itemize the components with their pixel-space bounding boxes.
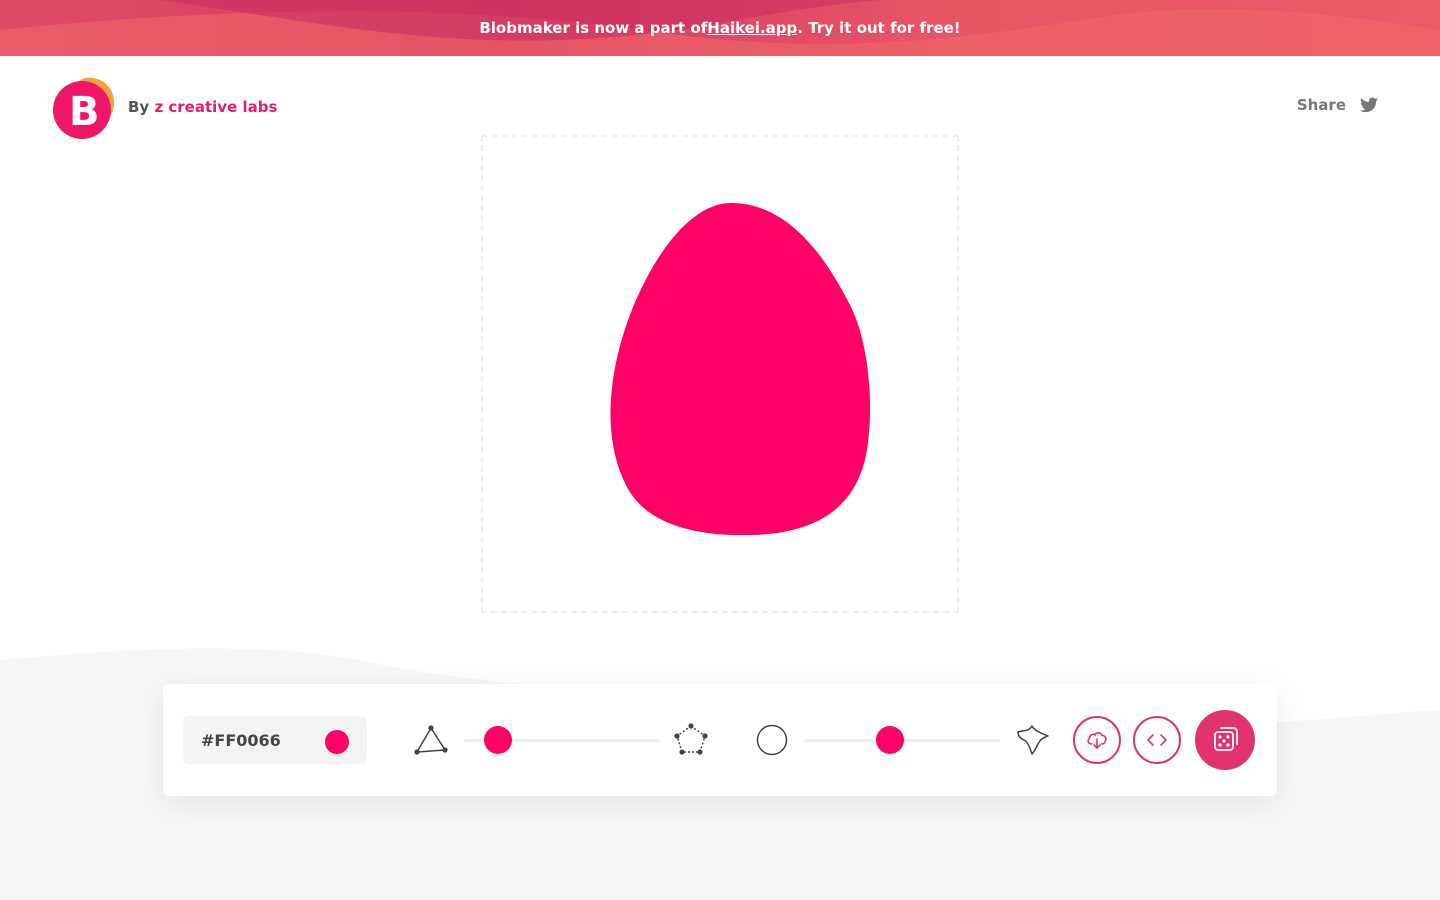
code-button[interactable]: [1133, 716, 1181, 764]
cloud-download-icon: [1087, 732, 1107, 749]
banner-text-after: . Try it out for free!: [797, 19, 961, 37]
share-label: Share: [1296, 96, 1346, 114]
color-picker[interactable]: #FF0066: [183, 716, 367, 764]
color-swatch[interactable]: [325, 730, 349, 754]
triangle-nodes-icon: [414, 725, 448, 755]
blob-shape: [610, 203, 871, 536]
byline: By z creative labs: [128, 98, 277, 116]
randomize-button[interactable]: [1195, 710, 1255, 770]
code-brackets-icon: [1147, 734, 1167, 746]
download-button[interactable]: [1073, 716, 1121, 764]
circle-outline-icon: [756, 724, 788, 756]
color-hex-value[interactable]: #FF0066: [201, 731, 281, 750]
contrast-slider-thumb[interactable]: [876, 726, 905, 754]
share-control[interactable]: Share: [1297, 96, 1378, 114]
blob-canvas: [481, 135, 959, 613]
spiky-blob-icon: [1017, 725, 1049, 755]
brand-link[interactable]: z creative labs: [154, 98, 277, 116]
pentagon-nodes-icon: [674, 723, 708, 755]
blobmaker-logo[interactable]: B: [52, 76, 116, 140]
logo-letter: B: [69, 89, 100, 135]
byline-prefix: By: [128, 98, 155, 116]
banner-text-before: Blobmaker is now a part of: [479, 19, 708, 37]
announcement-banner: Blobmaker is now a part of Haikei.app . …: [0, 0, 1440, 56]
banner-message: Blobmaker is now a part of Haikei.app . …: [0, 0, 1440, 56]
complexity-slider[interactable]: [464, 726, 660, 754]
complexity-slider-thumb[interactable]: [484, 726, 513, 754]
dice-icon: [1214, 727, 1238, 751]
contrast-slider[interactable]: [804, 726, 1000, 754]
twitter-icon[interactable]: [1360, 97, 1378, 113]
haikei-link[interactable]: Haikei.app: [707, 19, 797, 37]
controls-toolbar: #FF0066: [163, 684, 1277, 796]
